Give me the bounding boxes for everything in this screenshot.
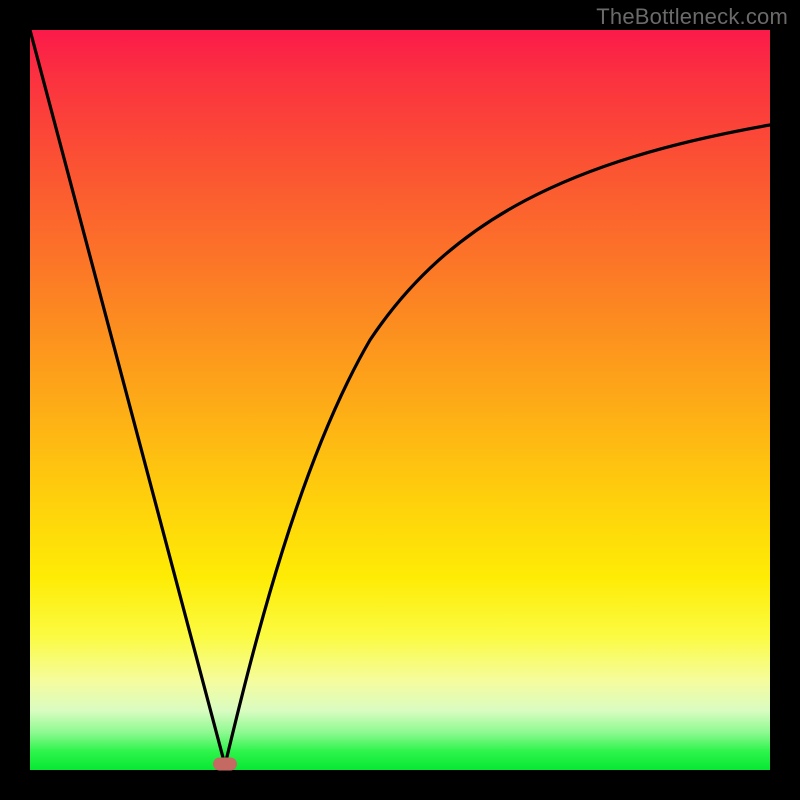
minimum-marker [213,758,237,771]
chart-frame: TheBottleneck.com [0,0,800,800]
plot-area [30,30,770,770]
bottleneck-curve [30,30,770,770]
curve-path [30,30,770,765]
watermark-text: TheBottleneck.com [596,4,788,30]
